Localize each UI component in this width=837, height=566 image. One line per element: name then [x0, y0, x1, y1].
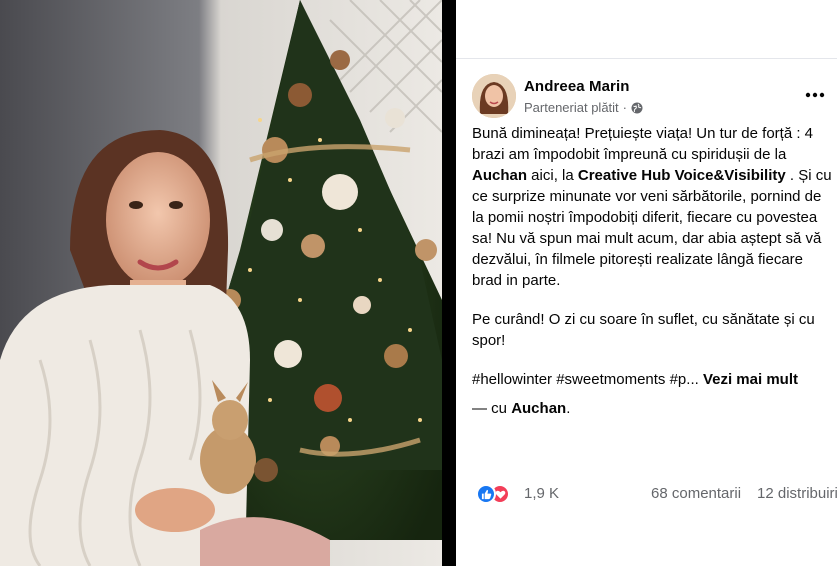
photo-viewer[interactable] — [0, 0, 456, 566]
reaction-count[interactable]: 1,9 K — [524, 485, 559, 502]
paragraph-text: . Și cu ce surprize minunate vor veni să… — [472, 167, 832, 289]
post-meta: Parteneriat plătit · — [524, 100, 643, 115]
photo-divider — [442, 0, 456, 566]
avatar[interactable] — [472, 74, 516, 118]
hashtags-text[interactable]: #hellowinter #sweetmoments #p... — [472, 371, 703, 388]
post-hashtags: #hellowinter #sweetmoments #p... Vezi ma… — [472, 369, 834, 390]
panel-top-bar — [456, 0, 837, 59]
see-more-link[interactable]: Vezi mai mult — [703, 371, 798, 388]
post-text: Bună dimineața! Prețuiește viața! Un tur… — [472, 123, 834, 419]
post-header: Andreea Marin Parteneriat plătit · — [472, 74, 832, 124]
mention-creative-hub[interactable]: Creative Hub Voice&Visibility — [578, 167, 786, 184]
with-prefix: — cu — [472, 400, 512, 417]
author-name[interactable]: Andreea Marin — [524, 78, 630, 95]
comments-count[interactable]: 68 comentarii — [651, 485, 741, 502]
post-photo — [0, 0, 442, 566]
globe-icon[interactable] — [631, 102, 643, 114]
post-paragraph-2: Pe curând! O zi cu soare în suflet, cu s… — [472, 311, 815, 349]
tagged-auchan[interactable]: Auchan — [511, 400, 566, 417]
with-suffix: . — [566, 400, 571, 417]
paragraph-text: Bună dimineața! Prețuiește viața! Un tur… — [472, 125, 814, 163]
tagged-with-line: — cu Auchan. — [472, 398, 834, 419]
reaction-icons[interactable] — [476, 484, 516, 504]
post-panel: Andreea Marin Parteneriat plătit · Bună … — [456, 0, 837, 566]
mention-auchan[interactable]: Auchan — [472, 167, 527, 184]
more-dots-icon — [805, 92, 825, 98]
more-options-button[interactable] — [800, 82, 830, 108]
reactions-bar: 1,9 K 68 comentarii 12 distribuiri — [472, 483, 837, 505]
paid-partnership-label[interactable]: Parteneriat plătit — [524, 100, 619, 115]
meta-separator: · — [622, 100, 628, 115]
shares-count[interactable]: 12 distribuiri — [757, 485, 837, 502]
paragraph-text: aici, la — [527, 167, 578, 184]
post-paragraph-1: Bună dimineața! Prețuiește viața! Un tur… — [472, 123, 834, 291]
like-icon[interactable] — [476, 484, 496, 504]
